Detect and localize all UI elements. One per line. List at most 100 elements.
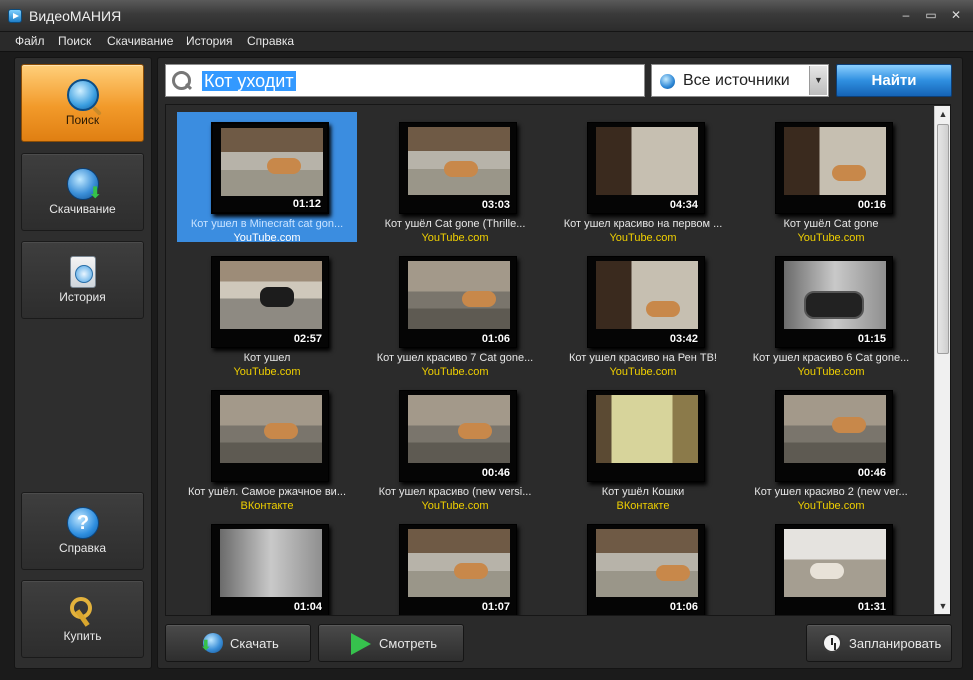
watch-button[interactable]: Смотреть	[318, 624, 464, 662]
video-thumbnail[interactable]: 01:06	[587, 524, 705, 615]
globe-icon	[660, 74, 675, 89]
sidebar: Поиск Скачивание История ? Справка Купит…	[14, 57, 152, 669]
video-card[interactable]: Кот ушёл. Самое ржачное ви... ВКонтакте	[177, 380, 357, 512]
thumbnail-image	[784, 261, 886, 329]
video-thumbnail[interactable]	[211, 390, 329, 482]
video-duration: 00:46	[857, 467, 886, 479]
video-source: YouTube.com	[609, 232, 677, 244]
video-title: Кот ушел красиво на первом ...	[563, 218, 723, 230]
thumbnail-image	[408, 529, 510, 597]
video-thumbnail[interactable]: 02:57	[211, 256, 329, 348]
download-button[interactable]: Скачать	[165, 624, 311, 662]
video-thumbnail[interactable]: 01:15	[775, 256, 893, 348]
sidebar-item-history[interactable]: История	[21, 241, 144, 319]
thumbnail-image	[784, 529, 886, 597]
video-card[interactable]: 00:46 Кот ушел красиво 2 (new ver... You…	[741, 380, 921, 512]
title-bar: ВидеоМАНИЯ – ▭ ✕	[0, 0, 973, 32]
sidebar-item-help[interactable]: ? Справка	[21, 492, 144, 570]
watch-button-label: Смотреть	[379, 636, 437, 651]
help-icon: ?	[67, 507, 99, 539]
sidebar-item-label: Купить	[63, 629, 102, 643]
minimize-button[interactable]: –	[898, 8, 914, 22]
video-thumbnail[interactable]	[587, 390, 705, 482]
video-thumbnail[interactable]: 04:34	[587, 122, 705, 214]
video-card[interactable]: 01:06 Кот ушел красиво 7 Cat gone... You…	[365, 246, 545, 378]
video-title: Кот ушел	[243, 352, 291, 364]
search-query[interactable]: Кот уходит	[202, 71, 296, 91]
video-duration: 01:06	[669, 601, 698, 613]
sidebar-item-downloads[interactable]: Скачивание	[21, 153, 144, 231]
clock-icon	[822, 633, 842, 653]
video-card[interactable]: 00:46 Кот ушел красиво (new versi... You…	[365, 380, 545, 512]
search-input[interactable]: Кот уходит	[165, 64, 645, 97]
video-thumbnail[interactable]: 00:46	[775, 390, 893, 482]
results-scrollbar[interactable]: ▲ ▼	[934, 106, 950, 614]
video-duration: 01:07	[481, 601, 510, 613]
menu-file[interactable]: Файл	[15, 34, 45, 48]
video-duration: 01:15	[857, 333, 886, 345]
video-source: YouTube.com	[797, 366, 865, 378]
sidebar-item-search[interactable]: Поиск	[21, 64, 144, 142]
menu-downloads[interactable]: Скачивание	[107, 34, 173, 48]
sidebar-item-buy[interactable]: Купить	[21, 580, 144, 658]
video-duration: 00:46	[481, 467, 510, 479]
video-card[interactable]: 01:12 Кот ушел в Minecraft cat gon... Yo…	[177, 112, 357, 244]
find-button[interactable]: Найти	[836, 64, 952, 97]
video-card[interactable]: 02:57 Кот ушел YouTube.com	[177, 246, 357, 378]
play-icon	[351, 633, 371, 655]
menu-search[interactable]: Поиск	[58, 34, 91, 48]
video-source: YouTube.com	[233, 232, 301, 244]
video-thumbnail[interactable]: 01:31	[775, 524, 893, 615]
video-thumbnail[interactable]: 00:16	[775, 122, 893, 214]
download-globe-icon	[200, 633, 223, 654]
video-source: YouTube.com	[421, 500, 489, 512]
video-card[interactable]: 01:07	[365, 514, 545, 615]
video-thumbnail[interactable]: 01:07	[399, 524, 517, 615]
scroll-thumb[interactable]	[937, 124, 949, 354]
close-button[interactable]: ✕	[948, 8, 964, 22]
video-source: YouTube.com	[421, 366, 489, 378]
source-select[interactable]: Все источники ▼	[651, 64, 829, 97]
scroll-up-arrow-icon[interactable]: ▲	[935, 106, 951, 122]
video-thumbnail[interactable]: 00:46	[399, 390, 517, 482]
download-button-label: Скачать	[230, 636, 279, 651]
video-duration: 03:42	[669, 333, 698, 345]
download-globe-icon	[67, 168, 102, 203]
menu-history[interactable]: История	[186, 34, 233, 48]
video-card[interactable]: 03:42 Кот ушел красиво на Рен ТВ! YouTub…	[553, 246, 733, 378]
video-thumbnail[interactable]: 03:03	[399, 122, 517, 214]
video-title: Кот ушел красиво 7 Cat gone...	[376, 352, 534, 364]
video-card[interactable]: Кот ушёл Кошки ВКонтакте	[553, 380, 733, 512]
thumbnail-image	[220, 395, 322, 463]
video-card[interactable]: 04:34 Кот ушел красиво на первом ... You…	[553, 112, 733, 244]
video-card[interactable]: 01:15 Кот ушел красиво 6 Cat gone... You…	[741, 246, 921, 378]
video-title: Кот ушёл. Самое ржачное ви...	[188, 486, 346, 498]
chevron-down-icon[interactable]: ▼	[809, 66, 827, 95]
video-duration: 01:06	[481, 333, 510, 345]
video-card[interactable]: 01:31	[741, 514, 921, 615]
menu-help[interactable]: Справка	[247, 34, 294, 48]
maximize-button[interactable]: ▭	[923, 8, 939, 22]
video-thumbnail[interactable]: 01:04	[211, 524, 329, 615]
video-title: Кот ушел красиво 2 (new ver...	[754, 486, 908, 498]
magnifier-icon	[171, 70, 193, 92]
thumbnail-image	[221, 128, 323, 196]
source-select-value: Все источники	[683, 72, 790, 89]
video-card[interactable]: 01:06	[553, 514, 733, 615]
history-icon	[70, 256, 96, 288]
thumbnail-image	[408, 261, 510, 329]
video-duration: 03:03	[481, 199, 510, 211]
video-card[interactable]: 03:03 Кот ушёл Cat gone (Thrille... YouT…	[365, 112, 545, 244]
video-thumbnail[interactable]: 01:12	[211, 122, 329, 214]
video-thumbnail[interactable]: 03:42	[587, 256, 705, 348]
video-title: Кот ушел в Minecraft cat gon...	[190, 218, 344, 230]
video-card[interactable]: 00:16 Кот ушёл Cat gone YouTube.com	[741, 112, 921, 244]
video-thumbnail[interactable]: 01:06	[399, 256, 517, 348]
results-grid: 01:12 Кот ушел в Minecraft cat gon... Yo…	[165, 104, 951, 616]
scroll-down-arrow-icon[interactable]: ▼	[935, 598, 951, 614]
video-source: YouTube.com	[233, 366, 301, 378]
video-card[interactable]: 01:04	[177, 514, 357, 615]
video-source: YouTube.com	[797, 232, 865, 244]
video-duration: 01:31	[857, 601, 886, 613]
schedule-button[interactable]: Запланировать	[806, 624, 952, 662]
